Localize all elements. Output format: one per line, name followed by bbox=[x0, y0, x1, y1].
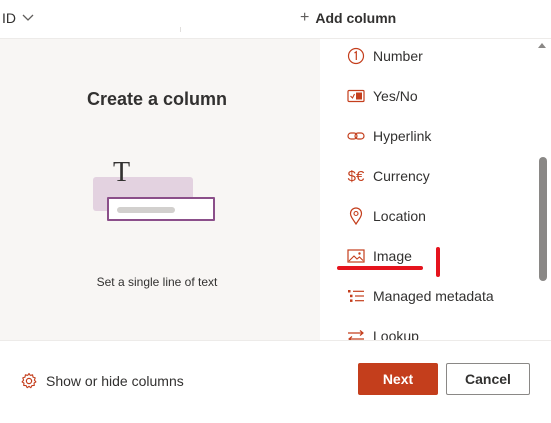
column-type-hyperlink[interactable]: Hyperlink bbox=[346, 124, 431, 148]
image-icon bbox=[346, 246, 366, 266]
column-type-list[interactable]: Number Yes/No Hyperlink $€ Currency Loca… bbox=[320, 38, 551, 341]
show-hide-columns-link[interactable]: Show or hide columns bbox=[20, 372, 184, 390]
column-type-managed-metadata[interactable]: Managed metadata bbox=[346, 284, 494, 308]
column-type-label: Image bbox=[373, 248, 412, 264]
next-button[interactable]: Next bbox=[358, 363, 438, 395]
preview-description: Set a single line of text bbox=[96, 275, 218, 289]
text-type-icon: T bbox=[113, 157, 131, 188]
managed-metadata-icon bbox=[346, 286, 366, 306]
link-icon bbox=[346, 126, 366, 146]
column-type-yes-no[interactable]: Yes/No bbox=[346, 84, 418, 108]
location-pin-icon bbox=[346, 206, 366, 226]
gear-icon bbox=[21, 372, 37, 389]
panel-title: Create a column bbox=[86, 89, 228, 109]
cancel-button[interactable]: Cancel bbox=[446, 363, 530, 395]
yes-no-toggle-icon bbox=[346, 86, 366, 106]
column-type-label: Managed metadata bbox=[373, 288, 494, 304]
column-type-label: Yes/No bbox=[373, 88, 418, 104]
column-type-number[interactable]: Number bbox=[346, 44, 423, 68]
header-divider bbox=[180, 27, 181, 32]
plus-icon: + bbox=[300, 9, 310, 26]
id-column-label: ID bbox=[2, 10, 16, 26]
add-column-label: Add column bbox=[315, 10, 397, 26]
currency-icon: $€ bbox=[347, 167, 365, 185]
column-header-bar: ID + Add column bbox=[0, 0, 551, 38]
number-circle-icon bbox=[346, 46, 366, 66]
column-type-label: Hyperlink bbox=[373, 128, 432, 144]
column-type-image[interactable]: Image bbox=[346, 244, 412, 268]
red-underline-annotation bbox=[337, 266, 423, 270]
column-type-label: Number bbox=[373, 48, 423, 64]
show-hide-columns-label: Show or hide columns bbox=[46, 373, 184, 389]
chevron-down-icon bbox=[22, 14, 34, 21]
text-column-illustration: T bbox=[93, 159, 219, 225]
column-type-currency[interactable]: $€ Currency bbox=[346, 164, 430, 188]
id-column-header[interactable]: ID bbox=[2, 10, 34, 26]
column-type-label: Currency bbox=[373, 168, 430, 184]
add-column-button[interactable]: + Add column bbox=[300, 9, 397, 27]
red-vertical-annotation bbox=[436, 247, 440, 277]
illustration-text-field bbox=[107, 197, 215, 221]
illustration-placeholder-bar bbox=[117, 207, 175, 213]
dialog-footer: Show or hide columns Next Cancel bbox=[0, 340, 551, 423]
scroll-up-arrow-icon[interactable] bbox=[538, 43, 546, 48]
column-type-location[interactable]: Location bbox=[346, 204, 426, 228]
column-preview-panel: Create a column T Set a single line of t… bbox=[0, 38, 320, 341]
column-type-lookup[interactable]: Lookup bbox=[346, 324, 419, 341]
scrollbar-thumb[interactable] bbox=[539, 157, 547, 281]
column-type-label: Location bbox=[373, 208, 426, 224]
lookup-arrows-icon bbox=[346, 326, 366, 341]
